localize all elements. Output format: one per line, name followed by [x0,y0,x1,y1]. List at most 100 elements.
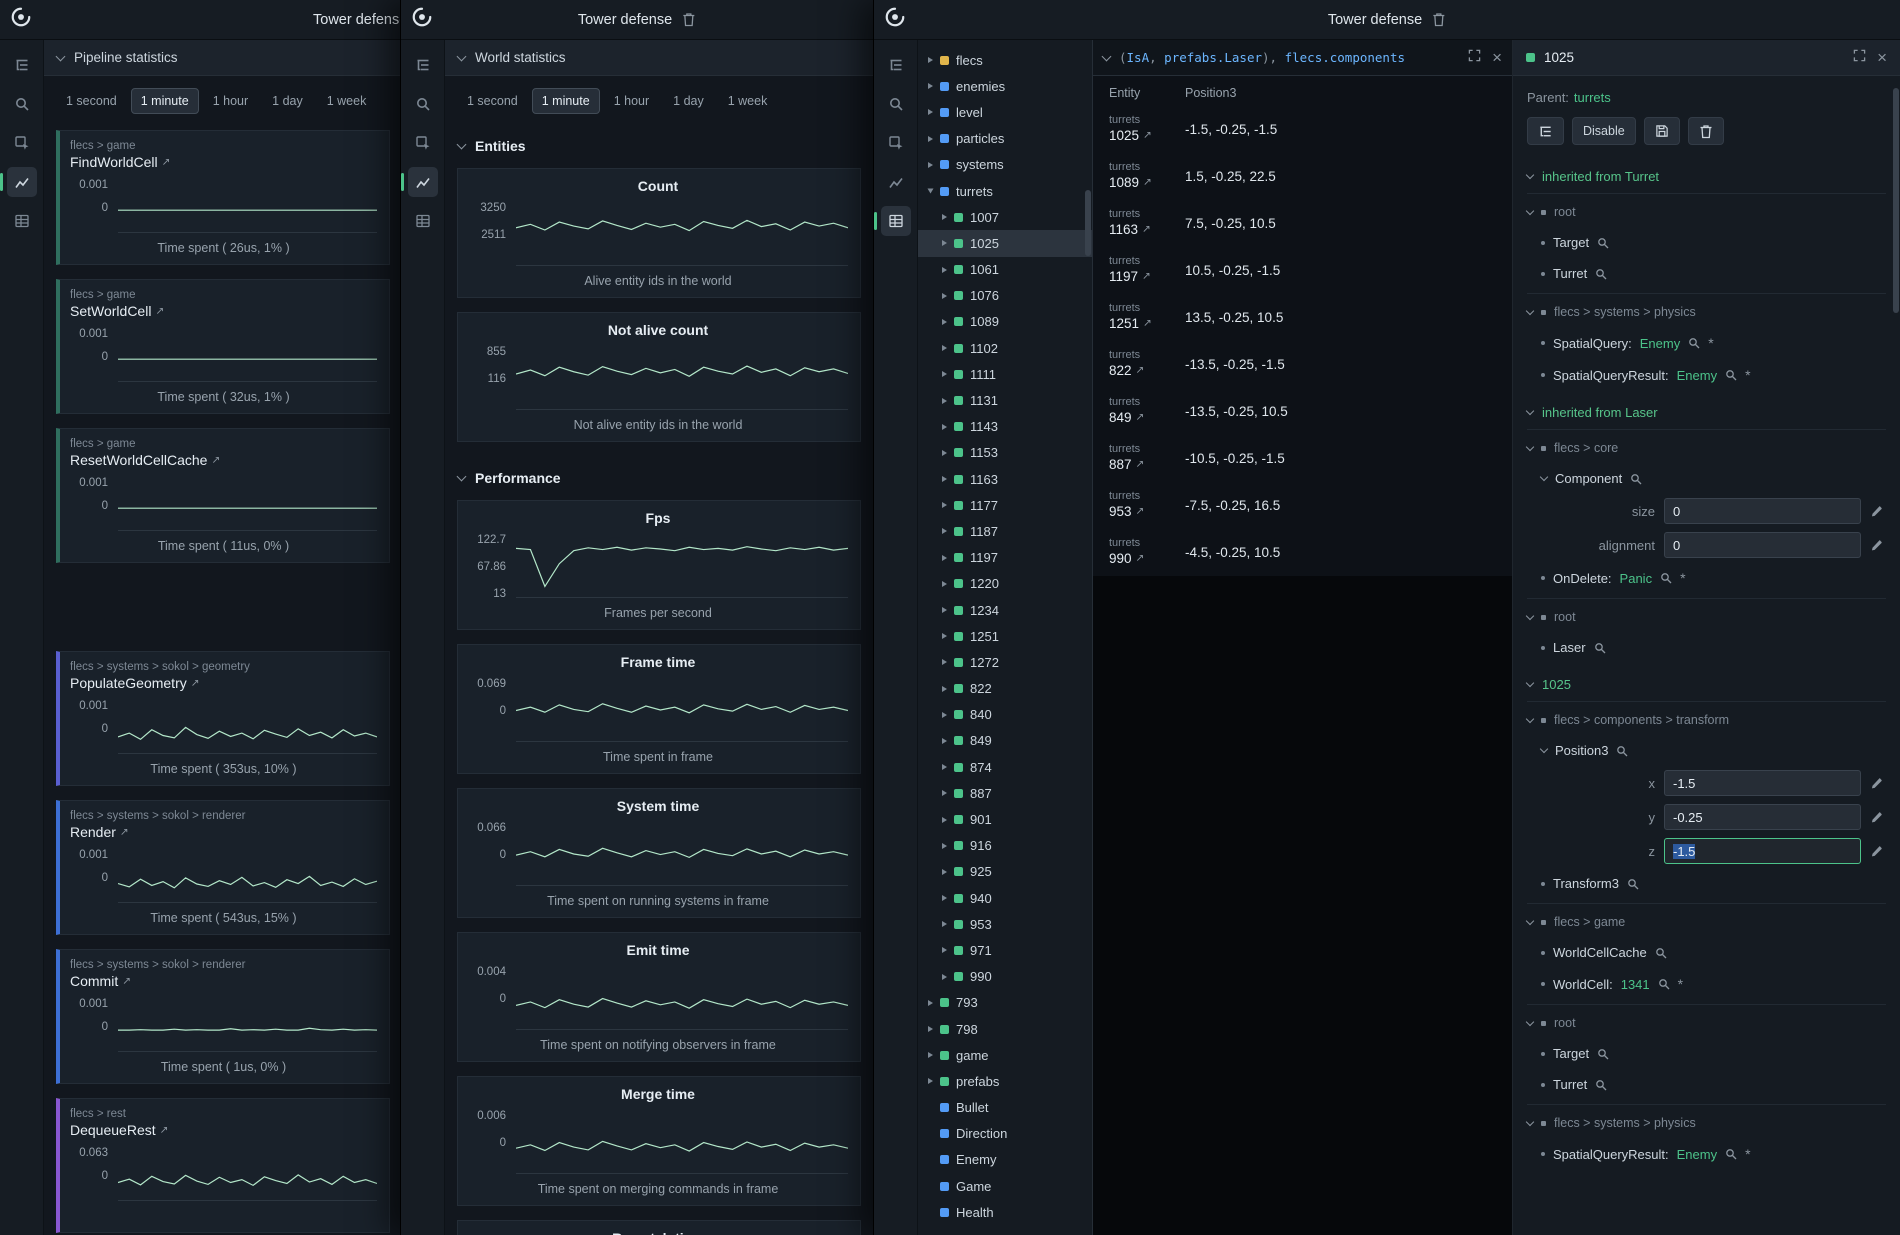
tree-item[interactable]: 1177 [918,492,1092,518]
expand-arrow-icon[interactable] [928,162,933,168]
time-range-button[interactable]: 1 hour [203,88,258,114]
table-icon[interactable] [7,206,37,236]
expand-arrow-icon[interactable] [942,947,947,953]
tree-item[interactable]: systems [918,152,1092,178]
save-button[interactable] [1644,117,1680,145]
flecs-logo-icon[interactable] [10,6,32,33]
tree-item[interactable]: 1220 [918,571,1092,597]
time-range-button[interactable]: 1 minute [532,88,600,114]
search-icon[interactable] [1725,1148,1737,1160]
group-header[interactable]: flecs > systems > physics [1527,1107,1886,1138]
component-row[interactable]: Turret * [1527,258,1886,289]
expand-arrow-icon[interactable] [942,869,947,875]
field-value-input[interactable]: 0 [1664,498,1861,524]
expand-arrow-icon[interactable] [942,633,947,639]
tree-item[interactable]: prefabs [918,1068,1092,1094]
search-icon[interactable] [881,89,911,119]
tree-item[interactable]: 822 [918,676,1092,702]
tree-item[interactable]: particles [918,126,1092,152]
expand-arrow-icon[interactable] [942,895,947,901]
expand-icon[interactable] [1468,49,1481,67]
component-value-link[interactable]: 1341 [1621,977,1650,992]
expand-arrow-icon[interactable] [942,424,947,430]
tree-item[interactable]: Bullet [918,1095,1092,1121]
edit-icon[interactable] [1870,811,1886,824]
field-value-input[interactable]: -0.25 [1664,804,1861,830]
query-input[interactable]: (IsA, prefabs.Laser), flecs.components [1119,50,1459,65]
group-header[interactable]: root [1527,196,1886,227]
chevron-down-icon[interactable] [1102,51,1112,61]
time-range-button[interactable]: 1 day [663,88,714,114]
component-row[interactable]: Transform3 * [1527,868,1886,899]
expand-arrow-icon[interactable] [928,136,933,142]
expand-arrow-icon[interactable] [942,974,947,980]
tree-item[interactable]: 840 [918,702,1092,728]
stats-icon[interactable] [7,167,37,197]
tree-item[interactable]: 1153 [918,440,1092,466]
tree-item[interactable]: 1102 [918,335,1092,361]
search-icon[interactable] [1630,473,1642,485]
component-row[interactable]: Component * [1527,463,1886,494]
expand-arrow-icon[interactable] [942,528,947,534]
tree-item[interactable]: 1251 [918,623,1092,649]
edit-icon[interactable] [1870,845,1886,858]
field-value-input[interactable]: -1.5 [1664,838,1861,864]
inspector-section-header[interactable]: 1025 [1527,667,1886,701]
stats-section-header[interactable]: Performance [445,456,873,494]
tree-item[interactable]: enemies [918,73,1092,99]
field-value-input[interactable]: -1.5 [1664,770,1861,796]
tree-item[interactable]: flecs [918,47,1092,73]
expand-arrow-icon[interactable] [942,921,947,927]
search-icon[interactable] [1658,978,1670,990]
table-icon[interactable] [408,206,438,236]
tree-item[interactable]: Health [918,1199,1092,1225]
tree-item[interactable]: 1197 [918,545,1092,571]
search-icon[interactable] [7,89,37,119]
entity-id-link[interactable]: 887↗ [1109,457,1144,472]
entity-id-link[interactable]: 1251↗ [1109,316,1152,331]
group-header[interactable]: flecs > core [1527,432,1886,463]
entity-id-link[interactable]: 1025↗ [1109,128,1152,143]
search-icon[interactable] [1594,642,1606,654]
expand-icon[interactable] [1853,49,1866,67]
component-value-link[interactable]: Enemy [1640,336,1680,351]
tree-item[interactable]: 887 [918,780,1092,806]
query-result-row[interactable]: turrets 1025↗ -1.5, -0.25, -1.5 [1093,106,1512,153]
trash-icon[interactable] [1432,12,1446,27]
disable-button[interactable]: Disable [1572,117,1636,145]
tree-scrollbar[interactable] [1085,190,1091,256]
expand-arrow-icon[interactable] [942,450,947,456]
entity-id-link[interactable]: 1163↗ [1109,222,1151,237]
search-icon[interactable] [1597,237,1609,249]
group-header[interactable]: root [1527,1007,1886,1038]
close-icon[interactable]: × [1492,49,1502,66]
component-row[interactable]: SpatialQuery: Enemy * [1527,327,1886,359]
entity-id-link[interactable]: 1197↗ [1109,269,1151,284]
expand-arrow-icon[interactable] [928,1052,933,1058]
expand-arrow-icon[interactable] [928,83,933,89]
entity-id-link[interactable]: 849↗ [1109,410,1144,425]
parent-entity-link[interactable]: turrets [1574,90,1611,105]
expand-arrow-icon[interactable] [942,764,947,770]
inspector-section-header[interactable]: inherited from Turret [1527,159,1886,193]
tree-item[interactable]: game [918,1042,1092,1068]
search-icon[interactable] [1660,572,1672,584]
group-header[interactable]: flecs > game [1527,906,1886,937]
component-row[interactable]: Position3 * [1527,735,1886,766]
world-panel-header[interactable]: World statistics [445,40,873,76]
tree-item[interactable]: 1025 [918,230,1092,256]
component-row[interactable]: SpatialQueryResult: Enemy * [1527,1138,1886,1170]
search-icon[interactable] [1595,1079,1607,1091]
query-result-row[interactable]: turrets 887↗ -10.5, -0.25, -1.5 [1093,435,1512,482]
flecs-logo-icon[interactable] [884,6,906,33]
inspect-icon[interactable] [7,128,37,158]
expand-arrow-icon[interactable] [942,476,947,482]
expand-arrow-icon[interactable] [928,189,934,194]
inspect-icon[interactable] [881,128,911,158]
tree-item[interactable]: 1143 [918,414,1092,440]
tree-item[interactable]: 940 [918,885,1092,911]
expand-arrow-icon[interactable] [942,738,947,744]
component-value-link[interactable]: Enemy [1677,368,1717,383]
group-header[interactable]: root [1527,601,1886,632]
query-result-row[interactable]: turrets 1251↗ 13.5, -0.25, 10.5 [1093,294,1512,341]
